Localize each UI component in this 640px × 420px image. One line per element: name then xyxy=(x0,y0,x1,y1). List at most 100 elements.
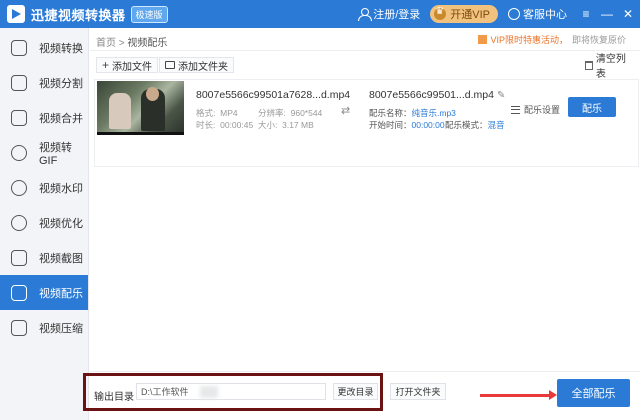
minimize-icon[interactable]: — xyxy=(598,5,616,23)
merge-icon xyxy=(11,109,27,126)
music-settings-label: 配乐设置 xyxy=(524,105,561,115)
sidebar-item-gif[interactable]: 视频转GIF xyxy=(0,135,88,170)
vip-button[interactable]: 开通VIP xyxy=(430,5,498,23)
resolution-info: 分辨率: 960*544 xyxy=(258,107,322,119)
start-time-label: 开始时间： xyxy=(369,120,412,130)
music-name-value[interactable]: 纯音乐.mp3 xyxy=(412,108,456,118)
size-label: 大小: xyxy=(258,120,278,130)
format-value: MP4 xyxy=(220,108,238,118)
dub-button[interactable]: 配乐 xyxy=(568,97,616,117)
output-dir-label: 输出目录 xyxy=(94,392,134,403)
mode-value[interactable]: 混音 xyxy=(488,120,505,130)
compress-icon xyxy=(11,319,27,336)
add-folder-button[interactable]: 添加文件夹 xyxy=(159,57,234,73)
breadcrumb-home[interactable]: 首页 xyxy=(96,38,116,49)
output-filename-text: 8007e5566c99501...d.mp4 xyxy=(369,89,494,101)
sidebar-item-label: 视频优化 xyxy=(39,217,83,230)
sidebar-item-split[interactable]: 视频分割 xyxy=(0,65,88,100)
music-settings-button[interactable]: 配乐设置 xyxy=(511,103,560,116)
sidebar-item-watermark[interactable]: 视频水印 xyxy=(0,170,88,205)
menu-icon[interactable]: ≡ xyxy=(577,5,595,23)
plus-icon: + xyxy=(102,58,110,72)
sliders-icon xyxy=(511,105,520,114)
promo-link[interactable]: 即将恢复原价 xyxy=(572,35,626,45)
mode-label: 配乐模式： xyxy=(445,120,488,130)
start-time-info: 开始时间：00:00:00 xyxy=(369,119,445,131)
resolution-value: 960*544 xyxy=(290,108,323,118)
duration-label: 时长: xyxy=(196,120,216,130)
gift-icon xyxy=(478,35,488,44)
sidebar-item-music[interactable]: 视频配乐 xyxy=(0,275,88,310)
add-file-label: 添加文件 xyxy=(112,61,153,73)
music-name-info: 配乐名称：纯音乐.mp3 xyxy=(369,107,456,119)
main-panel: 首页 > 视频配乐 VIP限时特惠活动， 即将恢复原价 + 添加文件 添加文件夹 … xyxy=(83,28,640,420)
trash-icon xyxy=(585,60,593,70)
sidebar-item-compress[interactable]: 视频压缩 xyxy=(0,310,88,345)
gif-icon xyxy=(11,144,27,161)
redacted-patch xyxy=(200,386,218,398)
convert-icon xyxy=(11,39,27,56)
sidebar-item-label: 视频配乐 xyxy=(39,287,83,300)
open-folder-button[interactable]: 打开文件夹 xyxy=(390,383,446,400)
output-filename: 8007e5566c99501...d.mp4 ✎ xyxy=(369,89,505,101)
mode-info: 配乐模式：混音 xyxy=(445,119,505,131)
close-icon[interactable]: ✕ xyxy=(619,5,637,23)
dub-all-button[interactable]: 全部配乐 xyxy=(557,379,630,407)
add-file-button[interactable]: + 添加文件 xyxy=(96,57,159,73)
duration-info: 时长: 00:00:45 xyxy=(196,119,253,131)
promo-banner[interactable]: VIP限时特惠活动， 即将恢复原价 xyxy=(478,33,626,46)
clear-list-label: 清空列表 xyxy=(595,54,626,80)
app-logo-icon xyxy=(7,5,25,23)
divider xyxy=(90,50,640,51)
sidebar-item-label: 视频转换 xyxy=(39,42,83,55)
add-folder-label: 添加文件夹 xyxy=(178,61,228,73)
app-title: 迅捷视频转换器 xyxy=(31,7,126,23)
sidebar-item-label: 视频水印 xyxy=(39,182,83,195)
music-icon xyxy=(11,284,27,301)
sidebar-item-screenshot[interactable]: 视频截图 xyxy=(0,240,88,275)
source-filename: 8007e5566c99501a7628...d.mp4 xyxy=(196,89,351,101)
clear-list-button[interactable]: 清空列表 xyxy=(580,54,640,80)
shuffle-icon: ⇄ xyxy=(341,105,351,117)
vip-label: 开通VIP xyxy=(450,9,490,21)
sidebar-item-convert[interactable]: 视频转换 xyxy=(0,30,88,65)
sidebar-item-label: 视频压缩 xyxy=(39,322,83,335)
sidebar-item-optimize[interactable]: 视频优化 xyxy=(0,205,88,240)
output-dir-input[interactable] xyxy=(136,383,326,400)
format-label: 格式: xyxy=(196,108,216,118)
breadcrumb-separator: > xyxy=(118,38,125,49)
sidebar-item-label: 视频截图 xyxy=(39,252,83,265)
user-icon xyxy=(358,8,373,21)
optimize-icon xyxy=(11,214,27,231)
bottom-bar: 输出目录 更改目录 打开文件夹 全部配乐 xyxy=(83,371,640,420)
service-center-link[interactable]: 客服中心 xyxy=(523,6,567,22)
format-info: 格式: MP4 xyxy=(196,107,238,119)
sidebar: 视频转换 视频分割 视频合并 视频转GIF 视频水印 视频优化 视频截图 视频配… xyxy=(0,28,89,420)
change-dir-button[interactable]: 更改目录 xyxy=(333,383,378,400)
size-value: 3.17 MB xyxy=(282,120,314,130)
start-time-value[interactable]: 00:00:00 xyxy=(412,120,445,130)
breadcrumb-current: 视频配乐 xyxy=(127,38,168,49)
edition-badge: 极速版 xyxy=(130,5,168,23)
music-name-label: 配乐名称： xyxy=(369,108,412,118)
video-thumbnail xyxy=(97,81,184,135)
split-icon xyxy=(11,74,27,91)
sidebar-item-label: 视频转GIF xyxy=(39,141,72,167)
pencil-icon[interactable]: ✎ xyxy=(497,90,505,101)
login-link[interactable]: 注册/登录 xyxy=(373,6,420,22)
crown-icon xyxy=(434,6,447,20)
headset-icon xyxy=(508,8,520,20)
watermark-icon xyxy=(11,179,27,196)
screenshot-icon xyxy=(11,249,27,266)
folder-icon xyxy=(165,61,175,69)
resolution-label: 分辨率: xyxy=(258,108,286,118)
promo-text: VIP限时特惠活动， xyxy=(490,35,568,45)
sidebar-item-label: 视频分割 xyxy=(39,77,83,90)
red-arrow-annotation xyxy=(480,390,557,400)
sidebar-item-merge[interactable]: 视频合并 xyxy=(0,100,88,135)
size-info: 大小: 3.17 MB xyxy=(258,119,314,131)
title-bar: 迅捷视频转换器 极速版 注册/登录 开通VIP 客服中心 ≡ — ✕ xyxy=(0,0,640,28)
sidebar-item-label: 视频合并 xyxy=(39,112,83,125)
file-row: 8007e5566c99501a7628...d.mp4 格式: MP4 分辨率… xyxy=(94,79,639,167)
duration-value: 00:00:45 xyxy=(220,120,254,130)
